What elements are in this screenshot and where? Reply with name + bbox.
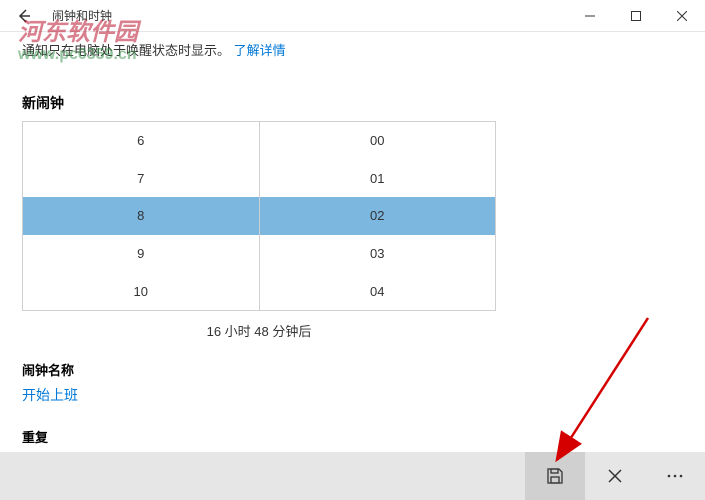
minute-option[interactable]: 04 <box>260 272 496 310</box>
alarm-name-label: 闹钟名称 <box>22 360 683 379</box>
back-arrow-icon <box>16 8 32 24</box>
minute-option[interactable]: 01 <box>260 160 496 198</box>
window-title: 闹钟和时钟 <box>48 7 567 24</box>
hour-option[interactable]: 6 <box>23 122 259 160</box>
close-button[interactable] <box>659 0 705 32</box>
time-until-label: 16 小时 48 分钟后 <box>22 321 496 340</box>
cancel-button[interactable] <box>585 452 645 500</box>
save-button[interactable] <box>525 452 585 500</box>
alarm-name-value[interactable]: 开始上班 <box>22 385 683 405</box>
content-area: 通知只在电脑处于唤醒状态时显示。 了解详情 新闹钟 6 7 8 9 10 00 … <box>0 32 705 472</box>
titlebar: 闹钟和时钟 <box>0 0 705 32</box>
window-controls <box>567 0 705 32</box>
close-icon <box>677 11 687 21</box>
command-bar <box>0 452 705 500</box>
learn-more-link[interactable]: 了解详情 <box>234 43 286 58</box>
more-button[interactable] <box>645 452 705 500</box>
notice-text: 通知只在电脑处于唤醒状态时显示。 <box>22 43 234 58</box>
save-icon <box>545 466 565 486</box>
hour-option[interactable]: 7 <box>23 160 259 198</box>
notice-bar: 通知只在电脑处于唤醒状态时显示。 了解详情 <box>22 32 683 59</box>
minute-option-selected[interactable]: 02 <box>260 197 496 235</box>
more-icon <box>667 474 683 478</box>
new-alarm-heading: 新闹钟 <box>22 93 683 113</box>
hour-option[interactable]: 10 <box>23 272 259 310</box>
minute-column[interactable]: 00 01 02 03 04 <box>260 122 496 310</box>
hour-column[interactable]: 6 7 8 9 10 <box>23 122 260 310</box>
maximize-button[interactable] <box>613 0 659 32</box>
repeat-label: 重复 <box>22 427 683 446</box>
minute-option[interactable]: 03 <box>260 235 496 273</box>
minute-option[interactable]: 00 <box>260 122 496 160</box>
back-button[interactable] <box>0 0 48 32</box>
minimize-icon <box>585 11 595 21</box>
minimize-button[interactable] <box>567 0 613 32</box>
hour-option-selected[interactable]: 8 <box>23 197 259 235</box>
time-picker[interactable]: 6 7 8 9 10 00 01 02 03 04 <box>22 121 496 311</box>
hour-option[interactable]: 9 <box>23 235 259 273</box>
cancel-icon <box>607 468 623 484</box>
maximize-icon <box>631 11 641 21</box>
